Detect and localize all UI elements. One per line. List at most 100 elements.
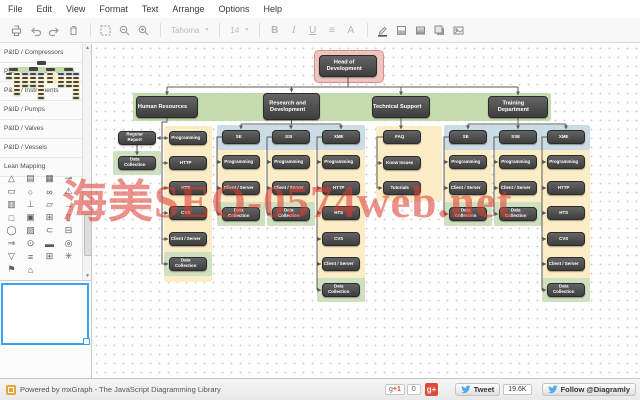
- diagram-node-xme1-hts[interactable]: HTS: [322, 206, 360, 220]
- zoom-in-icon[interactable]: [135, 22, 152, 38]
- image-icon[interactable]: [450, 22, 467, 38]
- diagram-node-ssi-programming[interactable]: Programming: [272, 155, 310, 169]
- operator-shape[interactable]: ✳: [59, 250, 78, 263]
- triangle-shape[interactable]: △: [2, 172, 21, 185]
- menu-arrange[interactable]: Arrange: [172, 4, 204, 14]
- glasses-shape[interactable]: ∞: [40, 185, 59, 198]
- underline-icon[interactable]: U: [304, 22, 321, 38]
- inverted-triangle-shape[interactable]: ▽: [2, 250, 21, 263]
- flag-shape[interactable]: ⚑: [2, 263, 21, 276]
- scrollbar-thumb[interactable]: [84, 214, 92, 256]
- diagram-node-se1-client-server[interactable]: Client / Server: [222, 181, 260, 195]
- diagram-node-regular-report[interactable]: Regular Report: [118, 131, 156, 145]
- hatched-box-shape[interactable]: ▨: [21, 224, 40, 237]
- diagram-node-xme2-client-server[interactable]: Client / Server: [547, 257, 585, 271]
- square-shape[interactable]: □: [2, 211, 21, 224]
- plusone-widget[interactable]: g+1 0: [385, 384, 421, 395]
- striped-box-shape[interactable]: ▥: [2, 198, 21, 211]
- redo-icon[interactable]: [46, 22, 63, 38]
- parallelogram-shape[interactable]: ▱: [40, 198, 59, 211]
- diagram-node-se1-programming[interactable]: Programming: [222, 155, 260, 169]
- minimap-viewport[interactable]: [1, 283, 89, 345]
- diagram-node-ts[interactable]: Technical Support: [372, 96, 430, 118]
- font-name-select[interactable]: Tahoma▼: [167, 24, 213, 37]
- diagram-node-xme1[interactable]: XME: [322, 130, 360, 144]
- diagram-node-xme2-programming[interactable]: Programming: [547, 155, 585, 169]
- diagram-node-ssi-data-collection[interactable]: Data Collection: [272, 207, 310, 221]
- vertical-box-shape[interactable]: ▯: [59, 211, 78, 224]
- bar-shape[interactable]: ▬: [40, 237, 59, 250]
- plus-box-shape[interactable]: ⊞: [40, 211, 59, 224]
- palette-section-p-id-compressors[interactable]: P&ID / Compressors▸: [0, 44, 91, 63]
- diagram-node-faq[interactable]: FAQ: [383, 130, 421, 144]
- delete-icon[interactable]: [65, 22, 82, 38]
- diagram-node-hr[interactable]: Human Resources: [136, 96, 198, 118]
- arch-shape[interactable]: ⌂: [21, 263, 40, 276]
- shadow-icon[interactable]: [431, 22, 448, 38]
- diagram-node-xme2-http[interactable]: HTTP: [547, 181, 585, 195]
- palette-section-p-id-vessels[interactable]: P&ID / Vessels▸: [0, 139, 91, 158]
- circle-dot-shape[interactable]: ⊙: [21, 237, 40, 250]
- diagram-node-hr-data-collection[interactable]: Data Collection: [118, 156, 156, 170]
- diagram-node-td[interactable]: Training Department: [488, 96, 548, 118]
- circle-shape[interactable]: ◯: [2, 224, 21, 237]
- menu-options[interactable]: Options: [218, 4, 249, 14]
- font-color-icon[interactable]: A: [342, 22, 359, 38]
- print-icon[interactable]: [8, 22, 25, 38]
- diagram-node-ssi-client-server[interactable]: Client / Server: [272, 181, 310, 195]
- minus-box-shape[interactable]: ⊟: [59, 224, 78, 237]
- diagram-node-xme2-data-collection[interactable]: Data Collection: [547, 283, 585, 297]
- scroll-up-icon[interactable]: ▲: [83, 44, 92, 52]
- zoom-out-icon[interactable]: [116, 22, 133, 38]
- diagram-node-sse[interactable]: SSE: [499, 130, 537, 144]
- menu-edit[interactable]: Edit: [37, 4, 53, 14]
- diagram-node-hr-programming[interactable]: Programming: [169, 131, 207, 145]
- fill-color-icon[interactable]: [393, 22, 410, 38]
- diagram-node-rd[interactable]: Research and Development: [263, 93, 320, 120]
- double-arrow-shape[interactable]: ⇒: [2, 237, 21, 250]
- diagram-node-head[interactable]: Head of Development: [319, 55, 377, 77]
- italic-icon[interactable]: I: [285, 22, 302, 38]
- diagram-node-know-issues[interactable]: Know Issues: [383, 156, 421, 170]
- line-color-icon[interactable]: [374, 22, 391, 38]
- scroll-down-icon[interactable]: ▼: [83, 272, 92, 280]
- undo-icon[interactable]: [27, 22, 44, 38]
- menu-view[interactable]: View: [66, 4, 85, 14]
- palette-section-p-id-valves[interactable]: P&ID / Valves▸: [0, 120, 91, 139]
- ellipse-shape[interactable]: ○: [21, 185, 40, 198]
- cylinder-shape[interactable]: ▤: [21, 172, 40, 185]
- grid-box-shape[interactable]: ▦: [40, 172, 59, 185]
- line-connector-shape[interactable]: ⊸: [59, 172, 78, 185]
- gradient-icon[interactable]: [412, 22, 429, 38]
- diagram-node-xme1-client-server[interactable]: Client / Server: [322, 257, 360, 271]
- palette-scrollbar[interactable]: ▲ ▼: [82, 44, 91, 280]
- diagram-node-xme1-cvs[interactable]: CVS: [322, 232, 360, 246]
- target-shape[interactable]: ◎: [59, 237, 78, 250]
- diagram-node-se1-data-collection[interactable]: Data Collection: [222, 207, 260, 221]
- bold-icon[interactable]: B: [266, 22, 283, 38]
- diagram-node-se2-programming[interactable]: Programming: [449, 155, 487, 169]
- menu-file[interactable]: File: [8, 4, 23, 14]
- diagram-node-hr-client-server[interactable]: Client / Server: [169, 232, 207, 246]
- plusone-button[interactable]: g+1: [385, 384, 405, 395]
- tweet-button[interactable]: Tweet: [455, 383, 501, 396]
- menu-help[interactable]: Help: [263, 4, 282, 14]
- diagram-node-xme2-hts[interactable]: HTS: [547, 206, 585, 220]
- diagram-node-se1[interactable]: SE: [222, 130, 260, 144]
- warning-triangle-shape[interactable]: ⚠: [59, 185, 78, 198]
- diagram-node-hr-data-collection2[interactable]: Data Collection: [169, 257, 207, 271]
- diagram-node-hr-cvs[interactable]: CVS: [169, 206, 207, 220]
- diagram-node-hr-http[interactable]: HTTP: [169, 156, 207, 170]
- diagram-node-se2[interactable]: SE: [449, 130, 487, 144]
- arrow-shape[interactable]: →: [59, 198, 78, 211]
- googleplus-share-icon[interactable]: g+: [425, 383, 438, 396]
- diagram-node-se2-client-server[interactable]: Client / Server: [449, 181, 487, 195]
- diagram-node-xme1-programming[interactable]: Programming: [322, 155, 360, 169]
- diagram-node-xme1-data-collection[interactable]: Data Collection: [322, 283, 360, 297]
- diagram-node-ssi[interactable]: SSI: [272, 130, 310, 144]
- diagram-node-hr-hts[interactable]: HTS: [169, 181, 207, 195]
- outline-minimap[interactable]: [0, 280, 91, 347]
- menu-format[interactable]: Format: [99, 4, 128, 14]
- arc-shape[interactable]: ⊂: [40, 224, 59, 237]
- rectangle-shape[interactable]: ▭: [2, 185, 21, 198]
